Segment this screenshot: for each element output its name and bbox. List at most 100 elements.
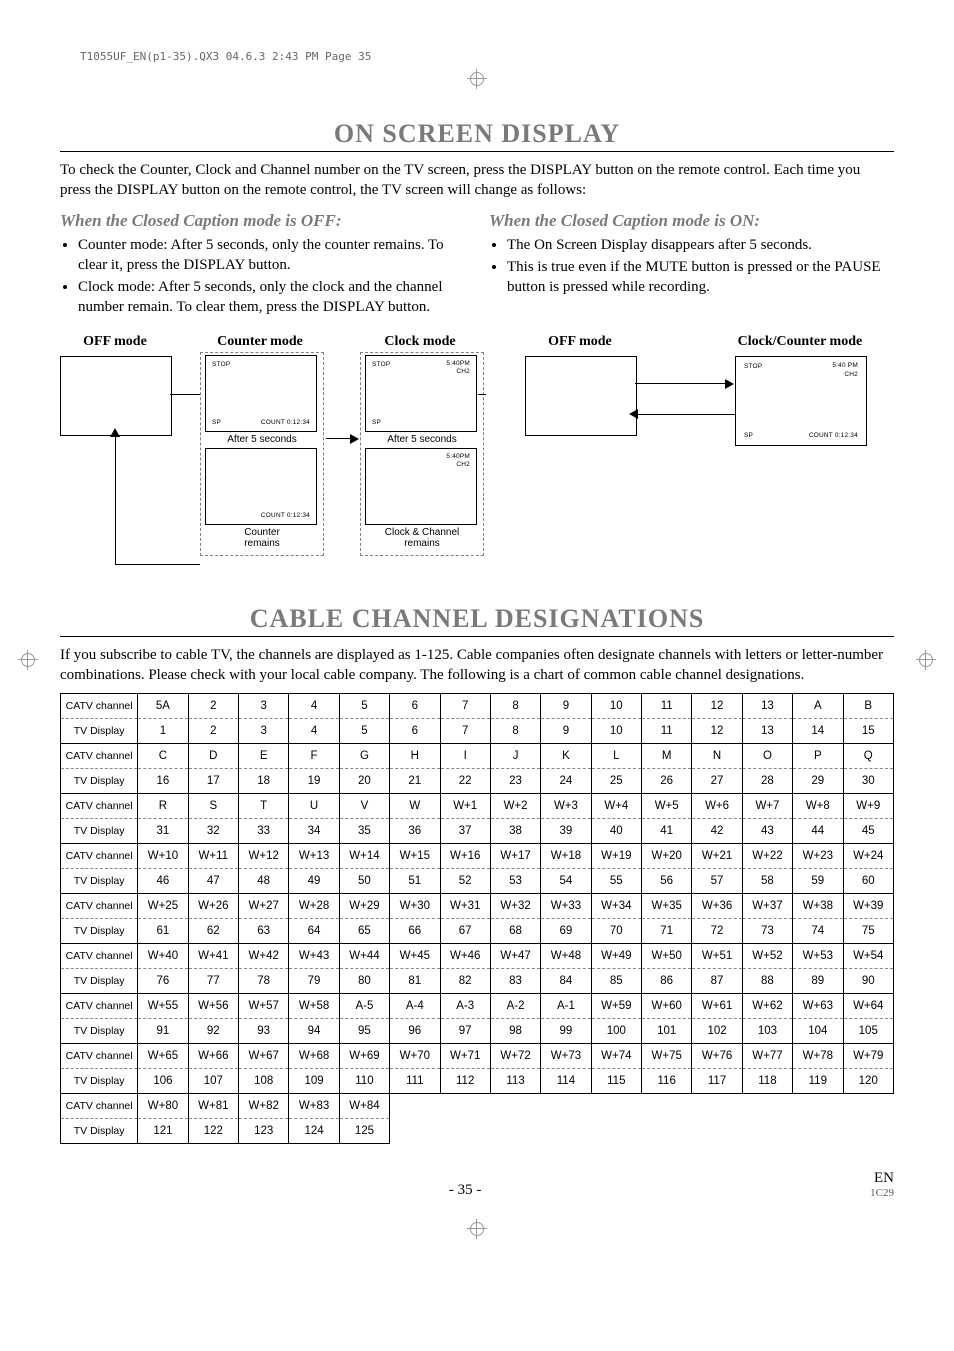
catv-cell: W+35 [642,894,692,919]
disp-cell: 37 [440,819,490,844]
catv-cell: W+84 [339,1094,389,1119]
catv-cell: W+74 [591,1044,641,1069]
catv-cell: W+11 [188,844,238,869]
disp-cell: 3 [239,719,289,744]
tv-box-counter-top: STOP SP COUNT 0:12:34 [205,355,317,432]
tv-text-time: 5:40PM [446,453,470,460]
catv-cell: W+42 [239,944,289,969]
catv-row-label: CATV channel [61,794,138,819]
catv-cell: W+15 [390,844,440,869]
catv-cell: W+40 [138,944,188,969]
catv-cell: W+65 [138,1044,188,1069]
catv-cell: W+38 [793,894,843,919]
catv-cell: A-1 [541,994,591,1019]
tv-text-ch: CH2 [456,368,470,375]
disp-cell: 45 [843,819,894,844]
connector-line [170,394,200,395]
disp-cell: 106 [138,1069,188,1094]
disp-cell: 10 [591,719,641,744]
disp-cell: 105 [843,1019,894,1044]
disp-cell: 55 [591,869,641,894]
tv-display-row-label: TV Display [61,1069,138,1094]
catv-cell: W+33 [541,894,591,919]
catv-cell: W+59 [591,994,641,1019]
disp-cell: 65 [339,919,389,944]
disp-cell: 112 [440,1069,490,1094]
disp-cell: 51 [390,869,440,894]
catv-cell: W+80 [138,1094,188,1119]
disp-cell: 52 [440,869,490,894]
catv-row-label: CATV channel [61,944,138,969]
catv-cell: 4 [289,694,339,719]
catv-cell: P [793,744,843,769]
catv-cell: W+32 [490,894,540,919]
catv-cell: W+14 [339,844,389,869]
catv-row-label: CATV channel [61,744,138,769]
disp-cell: 87 [692,969,742,994]
connector-line [635,414,735,415]
catv-cell: W+66 [188,1044,238,1069]
tv-text-stop: STOP [212,361,230,368]
disp-cell: 16 [138,769,188,794]
catv-cell: W+45 [390,944,440,969]
disp-cell: 8 [490,719,540,744]
catv-cell: W+7 [742,794,792,819]
disp-cell: 13 [742,719,792,744]
catv-cell: A-5 [339,994,389,1019]
disp-cell: 91 [138,1019,188,1044]
catv-cell: W+18 [541,844,591,869]
catv-cell: S [188,794,238,819]
catv-cell: W+52 [742,944,792,969]
connector-line [326,438,350,439]
catv-cell: W+36 [692,894,742,919]
catv-cell: U [289,794,339,819]
catv-cell: B [843,694,894,719]
catv-cell: E [239,744,289,769]
disp-cell: 30 [843,769,894,794]
connector-line [635,383,725,384]
tv-display-row-label: TV Display [61,819,138,844]
disp-cell: 76 [138,969,188,994]
tv-text-stop: STOP [744,363,762,370]
catv-cell: W+63 [793,994,843,1019]
tv-box-clock-top: STOP 5:40PM CH2 SP [365,355,477,432]
catv-cell: W+2 [490,794,540,819]
disp-cell: 66 [390,919,440,944]
disp-cell: 2 [188,719,238,744]
disp-cell: 80 [339,969,389,994]
disp-cell: 44 [793,819,843,844]
catv-row-label: CATV channel [61,1044,138,1069]
label-counter-mode: Counter mode [200,334,320,350]
disp-cell: 125 [339,1119,389,1144]
catv-cell: W+72 [490,1044,540,1069]
catv-row-label: CATV channel [61,994,138,1019]
tv-text-ch: CH2 [844,371,858,378]
catv-cell: 5 [339,694,389,719]
disp-cell: 29 [793,769,843,794]
disp-cell: 68 [490,919,540,944]
catv-cell: A-3 [440,994,490,1019]
catv-cell: W+68 [289,1044,339,1069]
disp-cell: 99 [541,1019,591,1044]
disp-cell: 19 [289,769,339,794]
catv-cell: W+43 [289,944,339,969]
disp-cell: 22 [440,769,490,794]
bullet: This is true even if the MUTE button is … [507,257,894,298]
section-title-cable: CABLE CHANNEL DESIGNATIONS [60,604,894,637]
disp-cell: 83 [490,969,540,994]
disp-cell: 103 [742,1019,792,1044]
catv-cell: H [390,744,440,769]
disp-cell: 42 [692,819,742,844]
disp-cell: 95 [339,1019,389,1044]
disp-cell: 100 [591,1019,641,1044]
disp-cell: 38 [490,819,540,844]
catv-cell: W+50 [642,944,692,969]
catv-cell: W+9 [843,794,894,819]
catv-cell: M [642,744,692,769]
disp-cell: 73 [742,919,792,944]
catv-cell: W+21 [692,844,742,869]
disp-cell: 117 [692,1069,742,1094]
disp-cell: 36 [390,819,440,844]
label-after5: After 5 seconds [365,434,479,445]
arrow-left-icon [629,409,638,419]
